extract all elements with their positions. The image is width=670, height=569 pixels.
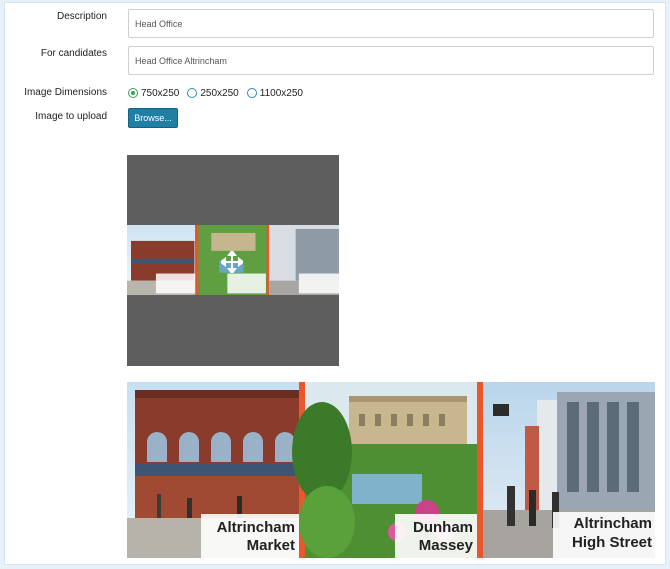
image-preview: Altrincham Market Dunham Massey Altrinch… bbox=[127, 382, 655, 558]
dimension-option-250x250[interactable]: 250x250 bbox=[187, 87, 239, 99]
caption-altrincham-market: Altrincham Market bbox=[201, 514, 299, 558]
image-cropper[interactable] bbox=[127, 155, 339, 366]
browse-button[interactable]: Browse... bbox=[128, 108, 178, 128]
dimensions-label: Image Dimensions bbox=[24, 87, 107, 98]
caption-2-line-2: Massey bbox=[419, 537, 474, 554]
dimension-label-750x250: 750x250 bbox=[141, 87, 180, 99]
candidates-input[interactable] bbox=[128, 46, 654, 75]
caption-altrincham-high-street: Altrincham High Street bbox=[553, 512, 655, 558]
caption-2-line-1: Dunham bbox=[413, 519, 473, 536]
caption-dunham-massey: Dunham Massey bbox=[395, 514, 477, 558]
radio-1100x250[interactable] bbox=[246, 88, 257, 98]
candidates-label: For candidates bbox=[40, 48, 107, 59]
dimensions-radio-group: 750x250 250x250 1100x250 bbox=[128, 86, 311, 100]
upload-label: Image to upload bbox=[35, 111, 107, 122]
divider-2 bbox=[477, 382, 483, 558]
move-cross-icon[interactable] bbox=[221, 251, 243, 273]
description-label: Description bbox=[56, 11, 107, 22]
caption-1-line-1: Altrincham bbox=[217, 519, 295, 536]
dimension-label-250x250: 250x250 bbox=[200, 87, 239, 99]
description-input[interactable] bbox=[128, 9, 654, 38]
radio-750x250[interactable] bbox=[128, 88, 138, 98]
dimension-option-1100x250[interactable]: 1100x250 bbox=[246, 87, 303, 99]
dimension-label-1100x250: 1100x250 bbox=[259, 87, 303, 99]
radio-250x250[interactable] bbox=[187, 88, 198, 98]
caption-3-line-2: High Street bbox=[572, 534, 652, 551]
caption-1-line-2: Market bbox=[247, 537, 295, 554]
dimension-option-750x250[interactable]: 750x250 bbox=[128, 88, 179, 99]
caption-3-line-1: Altrincham bbox=[574, 515, 652, 532]
